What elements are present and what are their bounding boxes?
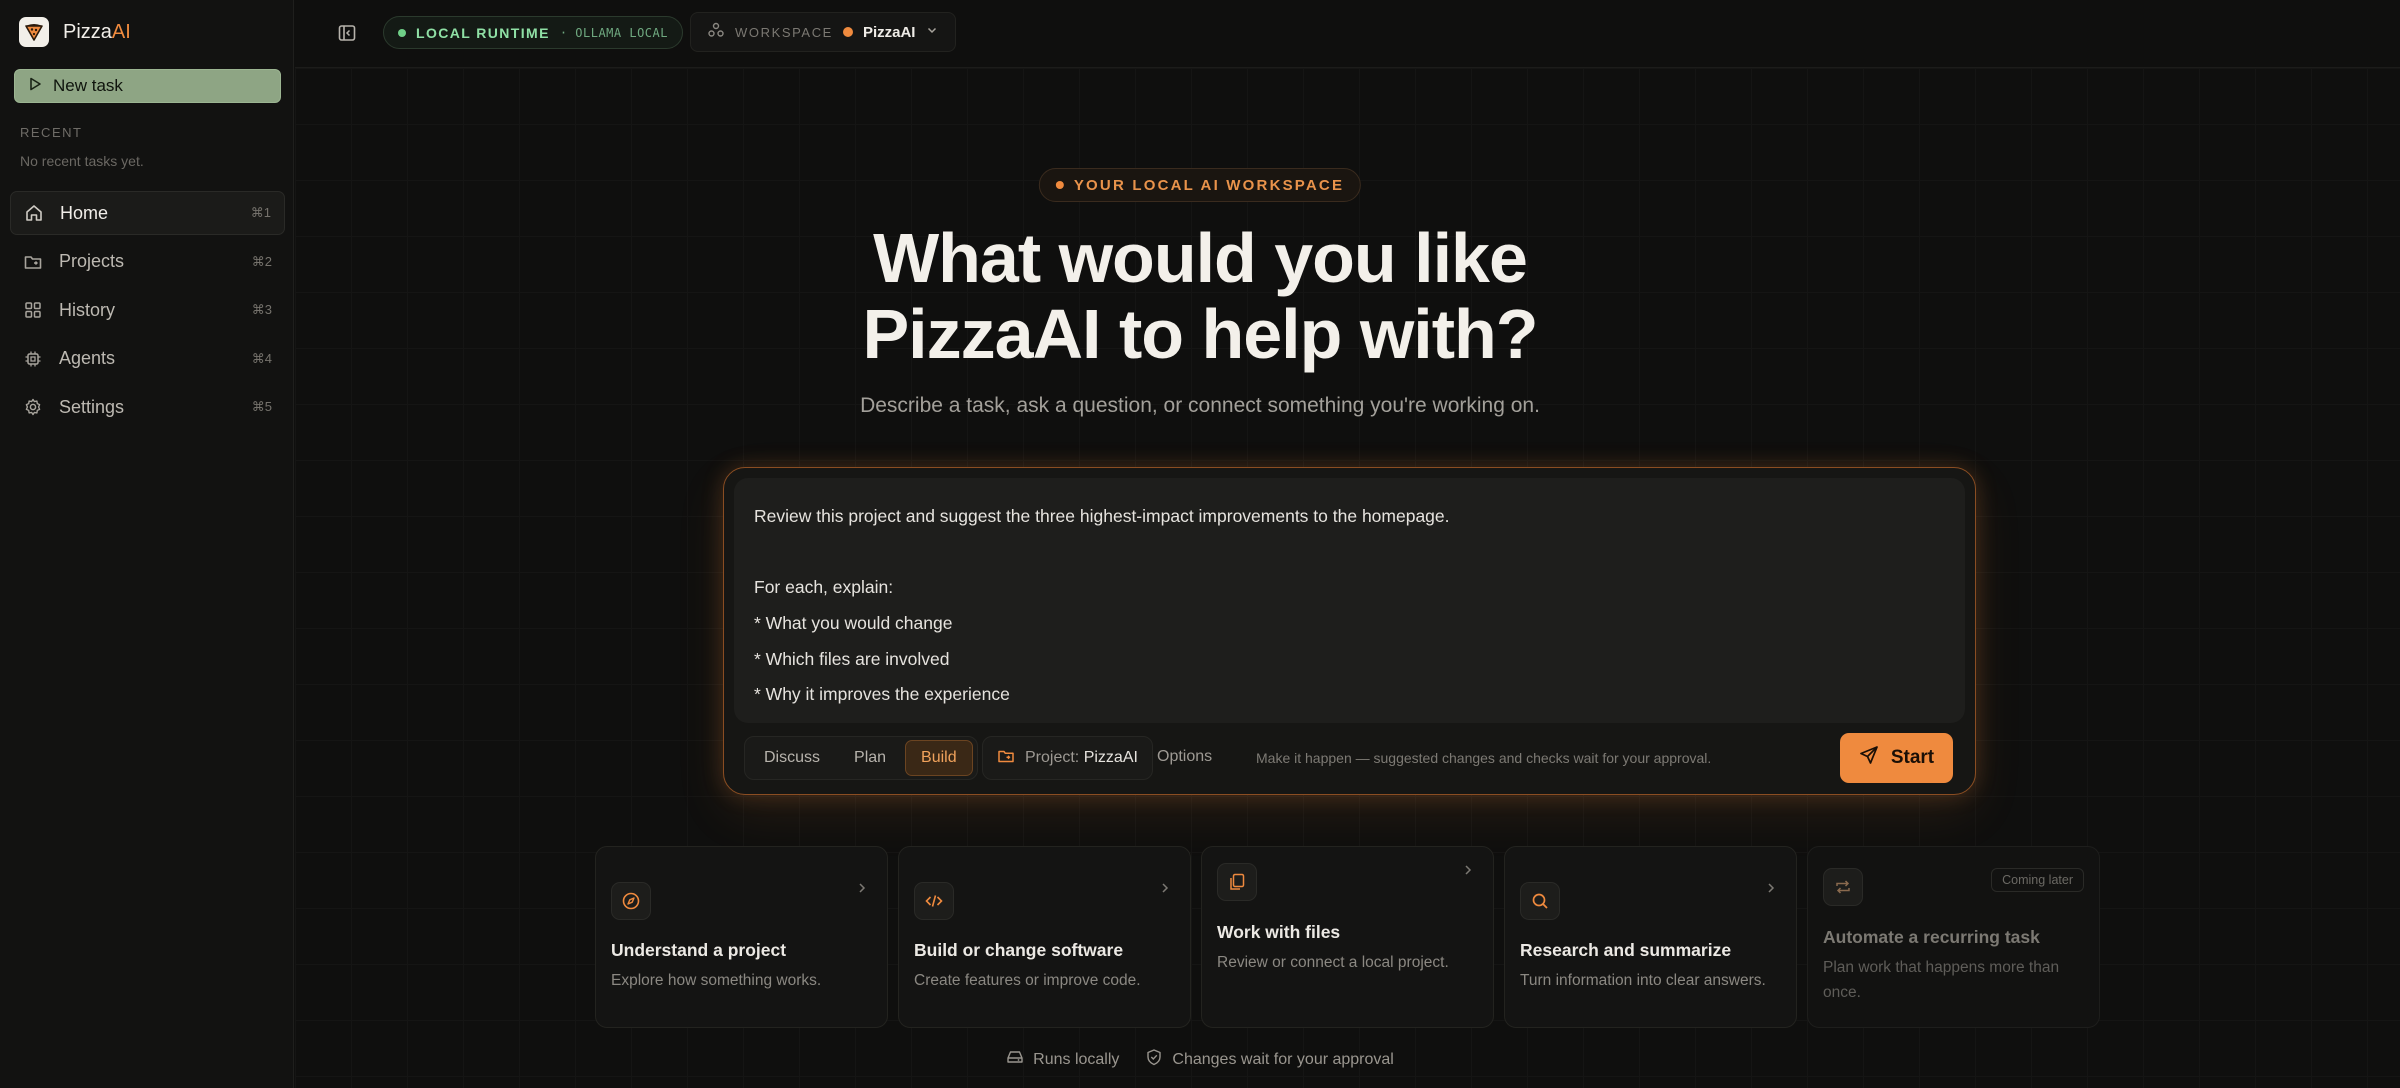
- mode-discuss-button[interactable]: Discuss: [749, 740, 835, 776]
- chevron-down-icon: [925, 23, 939, 42]
- card-title: Build or change software: [914, 940, 1124, 960]
- brand-name: PizzaAI: [63, 20, 131, 43]
- hero-subtitle: Describe a task, ask a question, or conn…: [860, 394, 1540, 417]
- card-title: Work with files: [1217, 922, 1341, 942]
- folder-icon: [997, 747, 1015, 770]
- runs-locally-note: Runs locally: [1006, 1048, 1119, 1071]
- status-dot-icon: [398, 28, 406, 37]
- drive-icon: [1006, 1048, 1024, 1071]
- runtime-status-badge[interactable]: LOCAL RUNTIME · OLLAMA LOCAL: [383, 16, 683, 49]
- project-selector[interactable]: Project: PizzaAI: [982, 736, 1153, 780]
- card-research-summarize[interactable]: Research and summarize Turn information …: [1504, 846, 1797, 1028]
- approval-note: Changes wait for your approval: [1145, 1048, 1394, 1071]
- hero-title-line: PizzaAI to help with?: [862, 295, 1538, 373]
- coming-later-badge: Coming later: [1991, 868, 2084, 892]
- runs-locally-text: Runs locally: [1033, 1050, 1120, 1068]
- approval-text: Changes wait for your approval: [1172, 1050, 1394, 1068]
- new-task-button[interactable]: New task: [14, 69, 281, 103]
- card-title: Automate a recurring task: [1823, 927, 2040, 947]
- new-task-label: New task: [53, 76, 123, 95]
- card-description: Review or connect a local project.: [1217, 954, 1449, 971]
- suggestion-cards: Understand a project Explore how somethi…: [595, 846, 2102, 1028]
- workspace-dot-icon: [842, 27, 853, 37]
- search-icon: [1520, 882, 1560, 920]
- shield-check-icon: [1145, 1048, 1163, 1071]
- eyebrow-text: YOUR LOCAL AI WORKSPACE: [1073, 176, 1345, 194]
- task-composer: Review this project and suggest the thre…: [723, 467, 1976, 795]
- prompt-line: Review this project and suggest the thre…: [754, 506, 1450, 526]
- footer-notes: Runs locally Changes wait for your appro…: [0, 1048, 2400, 1071]
- mode-build-button[interactable]: Build: [905, 740, 973, 776]
- card-automate-task: Coming later Automate a recurring task P…: [1807, 846, 2100, 1028]
- card-work-files[interactable]: Work with files Review or connect a loca…: [1201, 846, 1494, 1028]
- card-title: Research and summarize: [1520, 940, 1732, 960]
- project-name: PizzaAI: [1083, 749, 1138, 766]
- mode-selector: Discuss Plan Build: [744, 736, 978, 780]
- brand[interactable]: PizzaAI: [19, 17, 131, 47]
- card-description: Plan work that happens more than once.: [1823, 959, 2060, 1001]
- chevron-right-icon: [1461, 863, 1475, 882]
- runtime-provider: · OLLAMA LOCAL: [559, 25, 668, 40]
- chevron-right-icon: [855, 881, 869, 900]
- card-build-software[interactable]: Build or change software Create features…: [898, 846, 1191, 1028]
- mode-plan-button[interactable]: Plan: [839, 740, 901, 776]
- mode-hint-text: Make it happen — suggested changes and c…: [1256, 750, 1712, 766]
- prompt-line: [754, 537, 1945, 573]
- workspace-name: PizzaAI: [862, 23, 916, 41]
- play-icon: [27, 76, 43, 97]
- card-description: Explore how something works.: [611, 972, 822, 989]
- shortcut-hint: ⌘1: [250, 205, 271, 220]
- card-description: Turn information into clear answers.: [1520, 972, 1766, 989]
- recent-empty-text: No recent tasks yet.: [20, 153, 144, 169]
- files-icon: [1217, 863, 1257, 901]
- hero-eyebrow-badge: YOUR LOCAL AI WORKSPACE: [1038, 168, 1362, 202]
- prompt-line: * Why it improves the experience: [754, 684, 1010, 705]
- chevron-right-icon: [1764, 881, 1778, 900]
- eyebrow-dot-icon: [1055, 181, 1064, 189]
- sidebar-toggle-icon[interactable]: [335, 21, 359, 45]
- runtime-label: LOCAL RUNTIME: [416, 24, 550, 41]
- repeat-icon: [1823, 868, 1863, 906]
- prompt-line: * What you would change: [754, 613, 953, 634]
- prompt-line: * Which files are involved: [754, 648, 950, 669]
- workspace-selector[interactable]: WORKSPACE PizzaAI: [690, 12, 957, 52]
- hero-title-line: What would you like: [873, 219, 1528, 297]
- project-prefix: Project:: [1025, 749, 1080, 766]
- workspace-label: WORKSPACE: [735, 24, 833, 40]
- hero-title: What would you like PizzaAI to help with…: [0, 220, 2400, 372]
- start-label: Start: [1890, 747, 1935, 768]
- recent-heading: RECENT: [20, 125, 83, 140]
- prompt-line: For each, explain:: [754, 577, 894, 598]
- sidebar: PizzaAI New task RECENT No recent tasks …: [0, 0, 294, 1088]
- top-bar: LOCAL RUNTIME · OLLAMA LOCAL WORKSPACE P…: [295, 0, 2400, 68]
- chevron-right-icon: [1158, 881, 1172, 900]
- start-button[interactable]: Start: [1840, 733, 1953, 783]
- send-icon: [1859, 745, 1879, 771]
- workspace-icon: [707, 21, 725, 44]
- card-description: Create features or improve code.: [914, 972, 1141, 989]
- composer-toolbar: Discuss Plan Build Project: PizzaAI Opti…: [744, 733, 1955, 783]
- card-understand-project[interactable]: Understand a project Explore how somethi…: [595, 846, 888, 1028]
- card-title: Understand a project: [611, 940, 787, 960]
- code-icon: [914, 882, 954, 920]
- pizza-logo-icon: [19, 17, 49, 47]
- compass-icon: [611, 882, 651, 920]
- prompt-input[interactable]: Review this project and suggest the thre…: [734, 478, 1965, 723]
- options-button[interactable]: Options: [1157, 748, 1212, 766]
